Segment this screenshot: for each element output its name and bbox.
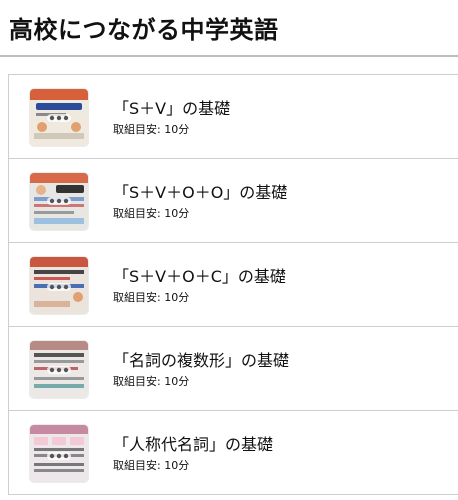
lesson-item[interactable]: 「S＋V」の基礎 取組目安: 10分 [9,75,458,159]
lesson-thumbnail [30,425,88,482]
title-divider [0,55,458,57]
thumb-header-bar [30,341,88,350]
lesson-duration: 取組目安: 10分 [113,375,190,388]
thumb-header-bar [30,425,88,434]
lesson-title: 「S＋V＋O＋C」の基礎 [113,267,286,286]
loading-dots-icon [47,197,71,205]
lesson-item[interactable]: 「S＋V＋O＋C」の基礎 取組目安: 10分 [9,243,458,327]
thumb-header-bar [30,89,88,100]
lesson-thumbnail [30,173,88,230]
page-title: 高校につながる中学英語 [9,16,279,44]
lesson-duration: 取組目安: 10分 [113,207,190,220]
lesson-thumbnail [30,341,88,398]
lesson-title: 「人称代名詞」の基礎 [113,435,274,454]
lesson-thumbnail [30,89,88,146]
loading-dots-icon [47,366,71,374]
lesson-list: 「S＋V」の基礎 取組目安: 10分 「S＋V＋O＋O」の基礎 取組目安: 10… [8,74,458,495]
loading-dots-icon [47,452,71,460]
lesson-item[interactable]: 「名詞の複数形」の基礎 取組目安: 10分 [9,327,458,411]
lesson-item[interactable]: 「S＋V＋O＋O」の基礎 取組目安: 10分 [9,159,458,243]
lesson-title: 「S＋V＋O＋O」の基礎 [113,183,288,202]
page: 高校につながる中学英語 「S＋V」の基礎 取組目安: 10分 「S＋V＋O＋O」… [0,0,458,500]
lesson-duration: 取組目安: 10分 [113,291,190,304]
lesson-thumbnail [30,257,88,314]
lesson-title: 「S＋V」の基礎 [113,99,231,118]
lesson-duration: 取組目安: 10分 [113,123,190,136]
lesson-title: 「名詞の複数形」の基礎 [113,351,290,370]
thumb-header-bar [30,173,88,183]
loading-dots-icon [47,283,71,291]
lesson-duration: 取組目安: 10分 [113,459,190,472]
thumb-header-bar [30,257,88,267]
loading-dots-icon [47,114,71,122]
lesson-item[interactable]: 「人称代名詞」の基礎 取組目安: 10分 [9,411,458,495]
